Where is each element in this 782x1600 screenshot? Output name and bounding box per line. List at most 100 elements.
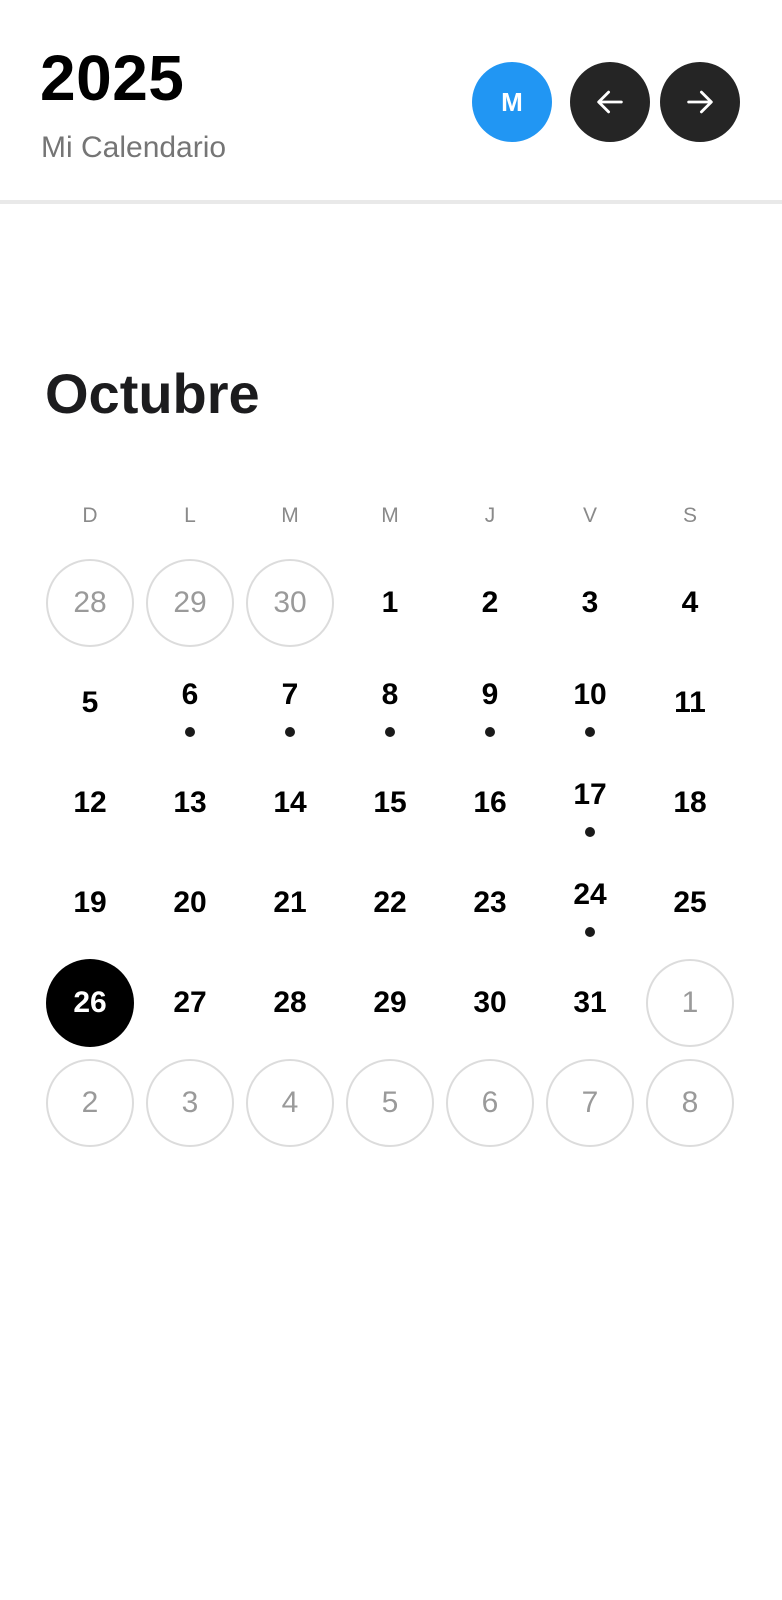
day-button[interactable]: 1 (346, 559, 434, 647)
day-number: 5 (381, 1086, 399, 1119)
day-number: 20 (173, 886, 207, 919)
day-button[interactable]: 29 (346, 959, 434, 1047)
day-button[interactable]: 21 (246, 859, 334, 947)
calendar-subtitle: Mi Calendario (41, 131, 227, 164)
day-cell: 1 (340, 553, 440, 653)
day-number: 3 (181, 1086, 199, 1119)
day-cell: 6 (140, 653, 240, 753)
day-button[interactable]: 27 (146, 959, 234, 1047)
day-button[interactable]: 16 (446, 759, 534, 847)
day-cell: 21 (240, 853, 340, 953)
selected-day-button[interactable]: 26 (46, 959, 134, 1047)
day-cell: 4 (240, 1053, 340, 1153)
day-button[interactable]: 6 (146, 659, 234, 747)
day-button[interactable]: 3 (546, 559, 634, 647)
day-cell: 16 (440, 753, 540, 853)
outside-month-day-button[interactable]: 29 (146, 559, 234, 647)
outside-month-day-button[interactable]: 30 (246, 559, 334, 647)
day-number: 1 (681, 986, 699, 1019)
day-cell: 20 (140, 853, 240, 953)
outside-month-day-button[interactable]: 4 (246, 1059, 334, 1147)
day-button[interactable]: 22 (346, 859, 434, 947)
day-button[interactable]: 9 (446, 659, 534, 747)
day-button[interactable]: 7 (246, 659, 334, 747)
day-button[interactable]: 11 (646, 659, 734, 747)
weekday-label: M (281, 504, 299, 527)
day-number: 30 (273, 586, 307, 619)
day-number: 4 (681, 586, 699, 619)
day-cell: 5 (40, 653, 140, 753)
day-number: 10 (573, 678, 607, 711)
day-number: 7 (581, 1086, 599, 1119)
day-button[interactable]: 30 (446, 959, 534, 1047)
day-cell: 15 (340, 753, 440, 853)
next-month-button[interactable] (660, 62, 740, 142)
day-cell: 17 (540, 753, 640, 853)
day-button[interactable]: 14 (246, 759, 334, 847)
outside-month-day-button[interactable]: 2 (46, 1059, 134, 1147)
outside-month-day-button[interactable]: 28 (46, 559, 134, 647)
event-dot-icon (585, 927, 595, 937)
day-button[interactable]: 18 (646, 759, 734, 847)
day-button[interactable]: 8 (346, 659, 434, 747)
day-number: 1 (381, 586, 399, 619)
day-number: 22 (373, 886, 407, 919)
day-number: 4 (281, 1086, 299, 1119)
calendar-day-grid: 28 29 30 1 2 3 4 5 6 7 8 9 10 11 12 13 14 15 16 17 18 19 20 21 2… (40, 553, 740, 1153)
weekday-label: J (484, 504, 496, 527)
day-button[interactable]: 15 (346, 759, 434, 847)
outside-month-day-button[interactable]: 6 (446, 1059, 534, 1147)
user-avatar-button[interactable]: M (472, 62, 552, 142)
day-cell: 14 (240, 753, 340, 853)
day-button[interactable]: 20 (146, 859, 234, 947)
day-number: 29 (373, 986, 407, 1019)
day-cell: 1 (640, 953, 740, 1053)
day-number: 15 (373, 786, 407, 819)
weekday-header-row: DLMMJVS (40, 496, 740, 536)
day-button[interactable]: 25 (646, 859, 734, 947)
day-number: 21 (273, 886, 307, 919)
day-number: 6 (481, 1086, 499, 1119)
day-number: 26 (73, 986, 107, 1019)
outside-month-day-button[interactable]: 3 (146, 1059, 234, 1147)
day-button[interactable]: 13 (146, 759, 234, 847)
day-button[interactable]: 5 (46, 659, 134, 747)
day-button[interactable]: 19 (46, 859, 134, 947)
day-button[interactable]: 24 (546, 859, 634, 947)
weekday-label: M (381, 504, 399, 527)
app-header: 2025 Mi Calendario M (0, 0, 782, 204)
day-button[interactable]: 12 (46, 759, 134, 847)
day-number: 14 (273, 786, 307, 819)
day-number: 18 (673, 786, 707, 819)
day-button[interactable]: 28 (246, 959, 334, 1047)
previous-month-button[interactable] (570, 62, 650, 142)
event-dot-icon (185, 727, 195, 737)
weekday-label: V (582, 504, 597, 527)
day-cell: 7 (240, 653, 340, 753)
day-number: 5 (81, 686, 99, 719)
day-cell: 24 (540, 853, 640, 953)
day-cell: 22 (340, 853, 440, 953)
day-button[interactable]: 23 (446, 859, 534, 947)
day-cell: 23 (440, 853, 540, 953)
day-number: 27 (173, 986, 207, 1019)
outside-month-day-button[interactable]: 5 (346, 1059, 434, 1147)
day-cell: 4 (640, 553, 740, 653)
day-button[interactable]: 2 (446, 559, 534, 647)
day-cell: 9 (440, 653, 540, 753)
day-cell: 2 (40, 1053, 140, 1153)
day-number: 11 (674, 686, 706, 719)
day-button[interactable]: 4 (646, 559, 734, 647)
event-dot-icon (485, 727, 495, 737)
day-number: 24 (573, 878, 607, 911)
day-cell: 7 (540, 1053, 640, 1153)
outside-month-day-button[interactable]: 7 (546, 1059, 634, 1147)
outside-month-day-button[interactable]: 1 (646, 959, 734, 1047)
day-button[interactable]: 31 (546, 959, 634, 1047)
outside-month-day-button[interactable]: 8 (646, 1059, 734, 1147)
weekday-label: D (82, 504, 98, 527)
day-button[interactable]: 10 (546, 659, 634, 747)
day-number: 16 (473, 786, 507, 819)
day-button[interactable]: 17 (546, 759, 634, 847)
day-number: 2 (81, 1086, 99, 1119)
